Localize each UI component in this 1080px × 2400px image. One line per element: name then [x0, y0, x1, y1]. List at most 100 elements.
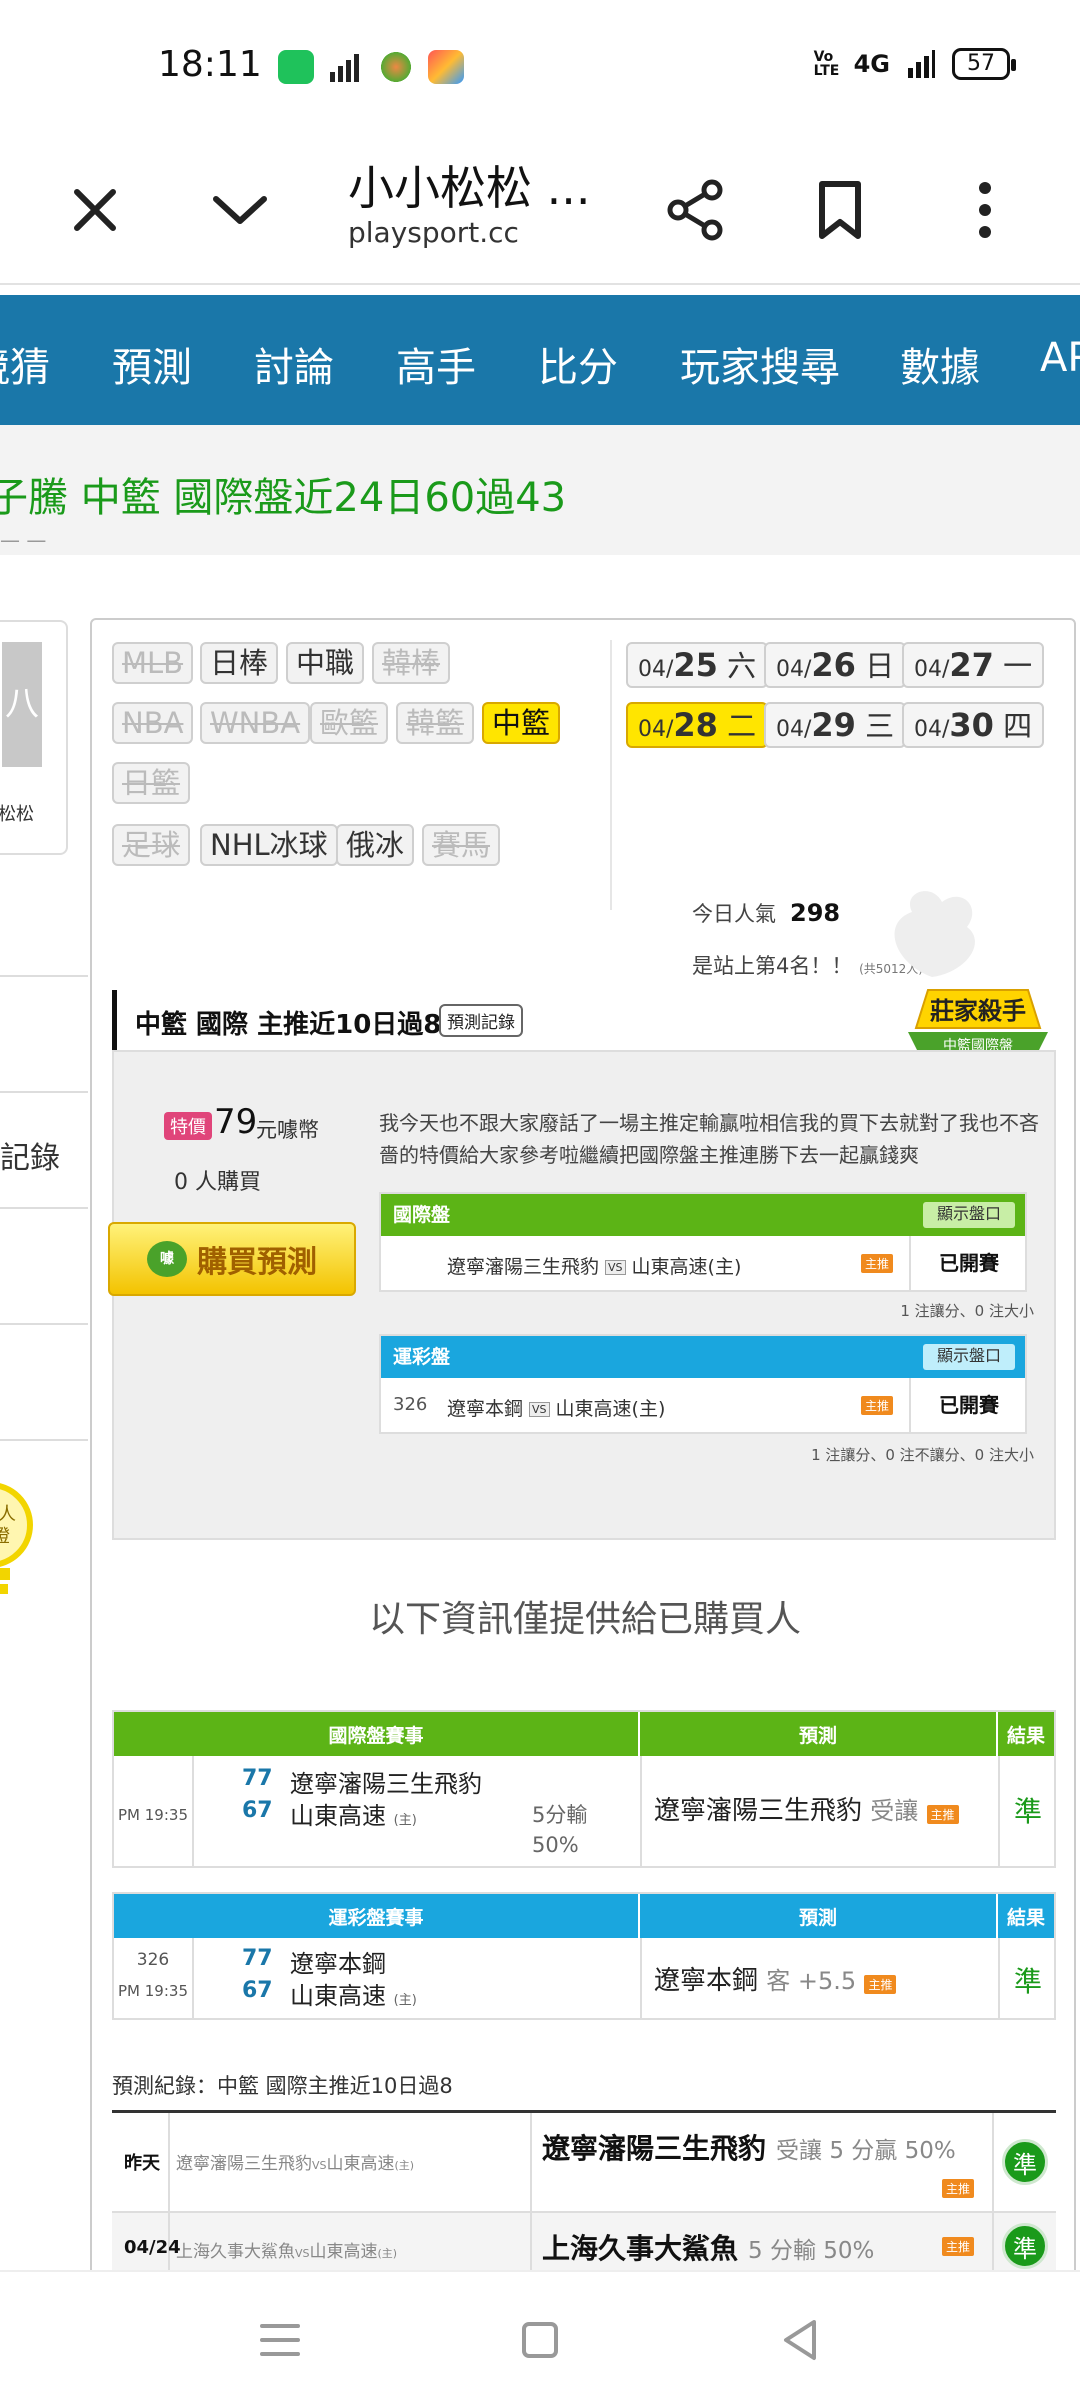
divider	[168, 2113, 170, 2211]
nav-item-prediction[interactable]: 預測	[112, 335, 192, 393]
date-chip-0429[interactable]: 04/29 三	[764, 702, 907, 748]
date-chip-0430[interactable]: 04/30 四	[902, 702, 1045, 748]
clock: 18:11	[158, 44, 262, 85]
nav-item-scores[interactable]: 比分	[538, 335, 618, 393]
team-home: 山東高速 (主)	[290, 1976, 417, 2011]
league-chip-nhl[interactable]: NHL冰球	[200, 824, 338, 866]
divider	[640, 1756, 642, 1866]
odds-line: 5分輸 50%	[532, 1800, 587, 1860]
league-chip-soccer[interactable]: 足球	[112, 824, 191, 866]
lightbulb-icon[interactable]: 人 燈	[0, 1480, 35, 1610]
main-pick-tag: 主推	[861, 1396, 894, 1415]
home-tag: (主)	[394, 2159, 415, 2172]
nav-item-data[interactable]: 數據	[900, 335, 980, 393]
league-chip-kbo[interactable]: 韓棒	[372, 642, 451, 684]
pick-team: 遼寧本鋼	[654, 1966, 759, 1996]
date-day: 25	[673, 646, 718, 684]
date-chip-0428[interactable]: 04/28 二	[626, 702, 769, 748]
date-month: 04/	[914, 657, 950, 682]
date-month: 04/	[776, 657, 812, 682]
column-header-game: 國際盤賽事	[114, 1712, 640, 1756]
score-away: 77	[242, 1946, 273, 1971]
special-price-tag: 特價	[164, 1112, 212, 1140]
show-odds-button[interactable]: 顯示盤口	[922, 1202, 1015, 1228]
game-status: 已開賽	[909, 1236, 1027, 1290]
status-bar: 18:11 Vo LTE 4G 57	[0, 0, 1080, 130]
nav-item-guess[interactable]: 競猜	[0, 335, 50, 393]
vs-label: VS	[312, 2159, 327, 2172]
odds-points: 5分輸	[532, 1803, 588, 1827]
chevron-down-icon[interactable]	[200, 170, 280, 250]
record-team: 上海久事大鯊魚	[176, 2242, 295, 2262]
column-header-result: 結果	[1006, 1906, 1045, 1929]
main-pick-tag: 主推	[942, 2179, 975, 2198]
league-chip-korea-basketball[interactable]: 韓籃	[396, 702, 475, 744]
record-row[interactable]: 昨天 遼寧瀋陽三生飛豹VS山東高速(主) 遼寧瀋陽三生飛豹 受讓 5 分贏 50%…	[112, 2113, 1056, 2213]
main-panel: MLB 日棒 中職 韓棒 NBA WNBA 歐籃 韓籃 中籃 日籃 足球 NHL…	[90, 618, 1076, 2283]
league-chip-japan-basketball[interactable]: 日籃	[112, 762, 191, 804]
date-weekday: 二	[727, 709, 757, 743]
international-result-table: 國際盤賽事 預測 結果 PM 19:35 77 遼寧瀋陽三生飛豹 67 山東高速…	[112, 1710, 1056, 1868]
away-team: 遼寧本鋼	[447, 1398, 524, 1420]
main-pick-tag: 主推	[861, 1254, 894, 1273]
record-opponent: 山東高速	[326, 2154, 395, 2174]
date-chip-0427[interactable]: 04/27 一	[902, 642, 1045, 688]
date-weekday: 一	[1003, 649, 1033, 683]
team-away: 遼寧瀋陽三生飛豹	[290, 1770, 482, 1798]
divider	[998, 1756, 1000, 1866]
date-chip-0425[interactable]: 04/25 六	[626, 642, 769, 688]
table-header: 國際盤 顯示盤口	[381, 1194, 1025, 1236]
banner-text[interactable]: 子騰 中籃 國際盤近24日60過43	[0, 465, 566, 523]
column-header-game: 運彩盤賽事	[114, 1894, 640, 1938]
left-menu-item[interactable]	[0, 977, 88, 1093]
username: 松松	[0, 804, 34, 825]
league-chip-khl[interactable]: 俄冰	[336, 824, 415, 866]
league-chip-wnba[interactable]: WNBA	[200, 702, 311, 744]
prediction-record-button[interactable]: 預測記錄	[439, 1004, 523, 1037]
game-app-icon	[378, 50, 414, 84]
buy-prediction-button[interactable]: 噱 購買預測	[108, 1222, 356, 1296]
popularity-value: 298	[790, 899, 841, 927]
nav-item-app[interactable]: AP	[1040, 335, 1080, 381]
show-odds-button[interactable]: 顯示盤口	[922, 1344, 1015, 1370]
date-chip-0426[interactable]: 04/26 日	[764, 642, 907, 688]
share-icon[interactable]	[656, 170, 736, 250]
left-menu-item[interactable]	[0, 1209, 88, 1325]
vs-icon: VS	[529, 1402, 550, 1417]
menu-icon[interactable]	[250, 2310, 310, 2370]
record-pick: 遼寧瀋陽三生飛豹 受讓 5 分贏 50%	[542, 2127, 956, 2167]
avatar-card[interactable]: 八 松松	[0, 620, 68, 855]
record-table: 昨天 遼寧瀋陽三生飛豹VS山東高速(主) 遼寧瀋陽三生飛豹 受讓 5 分贏 50%…	[112, 2110, 1056, 2283]
nav-item-player-search[interactable]: 玩家搜尋	[680, 335, 840, 393]
price-value: 79	[214, 1102, 258, 1142]
league-chip-cba[interactable]: 中籃	[482, 702, 561, 744]
left-menu-item[interactable]	[0, 1325, 88, 1441]
league-chip-mlb[interactable]: MLB	[112, 642, 194, 684]
prediction-description: 我今天也不跟大家廢話了一場主推定輸贏啦相信我的買下去就對了我也不吝嗇的特價給大家…	[379, 1111, 1039, 1167]
lottery-odds-table: 運彩盤 顯示盤口 326 遼寧本鋼 VS 山東高速(主) 主推 已開賽	[379, 1334, 1027, 1434]
back-icon[interactable]	[770, 2310, 830, 2370]
nav-item-experts[interactable]: 高手	[396, 335, 476, 393]
home-icon[interactable]	[510, 2310, 570, 2370]
battery-icon: 57	[952, 48, 1016, 80]
left-menu-item-record[interactable]: 記錄	[0, 1093, 88, 1209]
team-home-name: 山東高速	[290, 1802, 386, 1830]
decorative-splash-icon	[894, 891, 975, 977]
page-url[interactable]: playsport.cc	[348, 216, 519, 249]
league-chip-npb[interactable]: 日棒	[200, 642, 279, 684]
international-odds-table: 國際盤 顯示盤口 遼寧瀋陽三生飛豹 VS 山東高速(主) 主推 已開賽	[379, 1192, 1027, 1292]
bookmark-icon[interactable]	[800, 170, 880, 250]
league-chip-cpbl[interactable]: 中職	[286, 642, 365, 684]
league-chip-euro-basketball[interactable]: 歐籃	[310, 702, 389, 744]
main-pick-tag: 主推	[864, 1975, 897, 1994]
record-match: 遼寧瀋陽三生飛豹VS山東高速(主)	[176, 2149, 414, 2174]
league-chip-nba[interactable]: NBA	[112, 702, 194, 744]
close-icon[interactable]	[55, 170, 135, 250]
result-correct-badge: 準	[1002, 2139, 1048, 2185]
table-row: 遼寧瀋陽三生飛豹 VS 山東高速(主) 主推 已開賽	[381, 1236, 1025, 1290]
league-chip-horse-racing[interactable]: 賽馬	[422, 824, 501, 866]
result-correct-badge: 準	[1002, 2223, 1048, 2269]
more-options-icon[interactable]	[945, 170, 1025, 250]
nav-item-discussion[interactable]: 討論	[254, 335, 334, 393]
popularity-stat: 今日人氣 298	[692, 898, 840, 928]
